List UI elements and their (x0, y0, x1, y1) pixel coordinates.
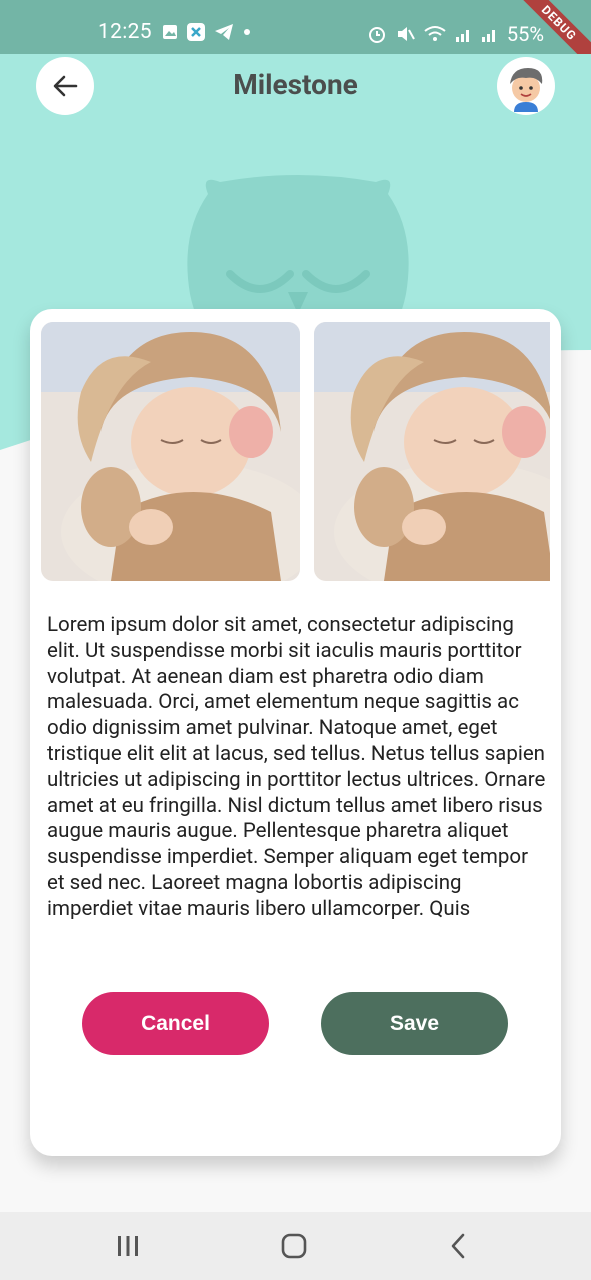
recents-icon[interactable] (116, 1232, 140, 1260)
mute-icon (397, 27, 415, 41)
system-navigation-bar (0, 1212, 591, 1280)
milestone-description: Lorem ipsum dolor sit amet, consectetur … (47, 613, 546, 921)
chevron-left-icon[interactable] (448, 1232, 468, 1260)
gallery-icon (163, 25, 177, 39)
signal-icon (455, 30, 469, 42)
boy-avatar-icon (510, 68, 543, 112)
dot-icon (244, 29, 250, 35)
milestone-photo-2[interactable] (314, 322, 550, 581)
home-icon[interactable] (280, 1232, 308, 1260)
profile-avatar[interactable] (497, 57, 555, 115)
status-bar: 12:25 55% DEBUG (0, 0, 591, 72)
baby-photo-image (41, 322, 300, 581)
battery-percentage: 55% (506, 22, 544, 46)
status-left-icons (162, 22, 252, 42)
app-icon (187, 23, 205, 41)
status-time: 12:25 (98, 20, 152, 44)
baby-photo-image (314, 322, 550, 581)
milestone-card: Lorem ipsum dolor sit amet, consectetur … (30, 309, 561, 1156)
cancel-button[interactable]: Cancel (82, 992, 269, 1055)
alarm-icon (368, 27, 385, 43)
status-right-icons: 55% (367, 22, 544, 46)
telegram-icon (215, 24, 233, 40)
wifi-icon (424, 26, 446, 41)
milestone-photo-1[interactable] (41, 322, 300, 581)
signal-2-icon (481, 30, 495, 42)
save-button[interactable]: Save (321, 992, 508, 1055)
